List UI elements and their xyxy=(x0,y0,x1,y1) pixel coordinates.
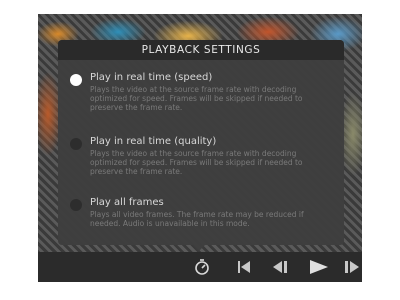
radio-button[interactable] xyxy=(70,74,82,86)
option-description: Plays the video at the source frame rate… xyxy=(90,85,303,112)
option-real-time-quality[interactable]: Play in real time (quality) Plays the vi… xyxy=(70,136,332,184)
step-forward-icon[interactable] xyxy=(342,258,362,276)
skip-to-start-icon[interactable] xyxy=(234,258,254,276)
play-icon[interactable] xyxy=(306,258,330,276)
option-play-all-frames[interactable]: Play all frames Plays all video frames. … xyxy=(70,197,332,237)
step-back-icon[interactable] xyxy=(270,258,290,276)
option-real-time-speed[interactable]: Play in real time (speed) Plays the vide… xyxy=(70,72,332,120)
panel-title: PLAYBACK SETTINGS xyxy=(58,40,344,60)
option-title: Play in real time (speed) xyxy=(90,72,213,83)
radio-button[interactable] xyxy=(70,199,82,211)
option-title: Play in real time (quality) xyxy=(90,136,217,147)
playback-settings-panel: PLAYBACK SETTINGS Play in real time (spe… xyxy=(58,40,344,245)
option-description: Plays all video frames. The frame rate m… xyxy=(90,210,304,228)
option-description: Plays the video at the source frame rate… xyxy=(90,149,303,176)
playback-controls-bar xyxy=(38,252,362,282)
playback-settings-icon[interactable] xyxy=(192,258,212,276)
radio-button[interactable] xyxy=(70,138,82,150)
option-title: Play all frames xyxy=(90,197,164,208)
panel-pointer xyxy=(193,245,205,251)
